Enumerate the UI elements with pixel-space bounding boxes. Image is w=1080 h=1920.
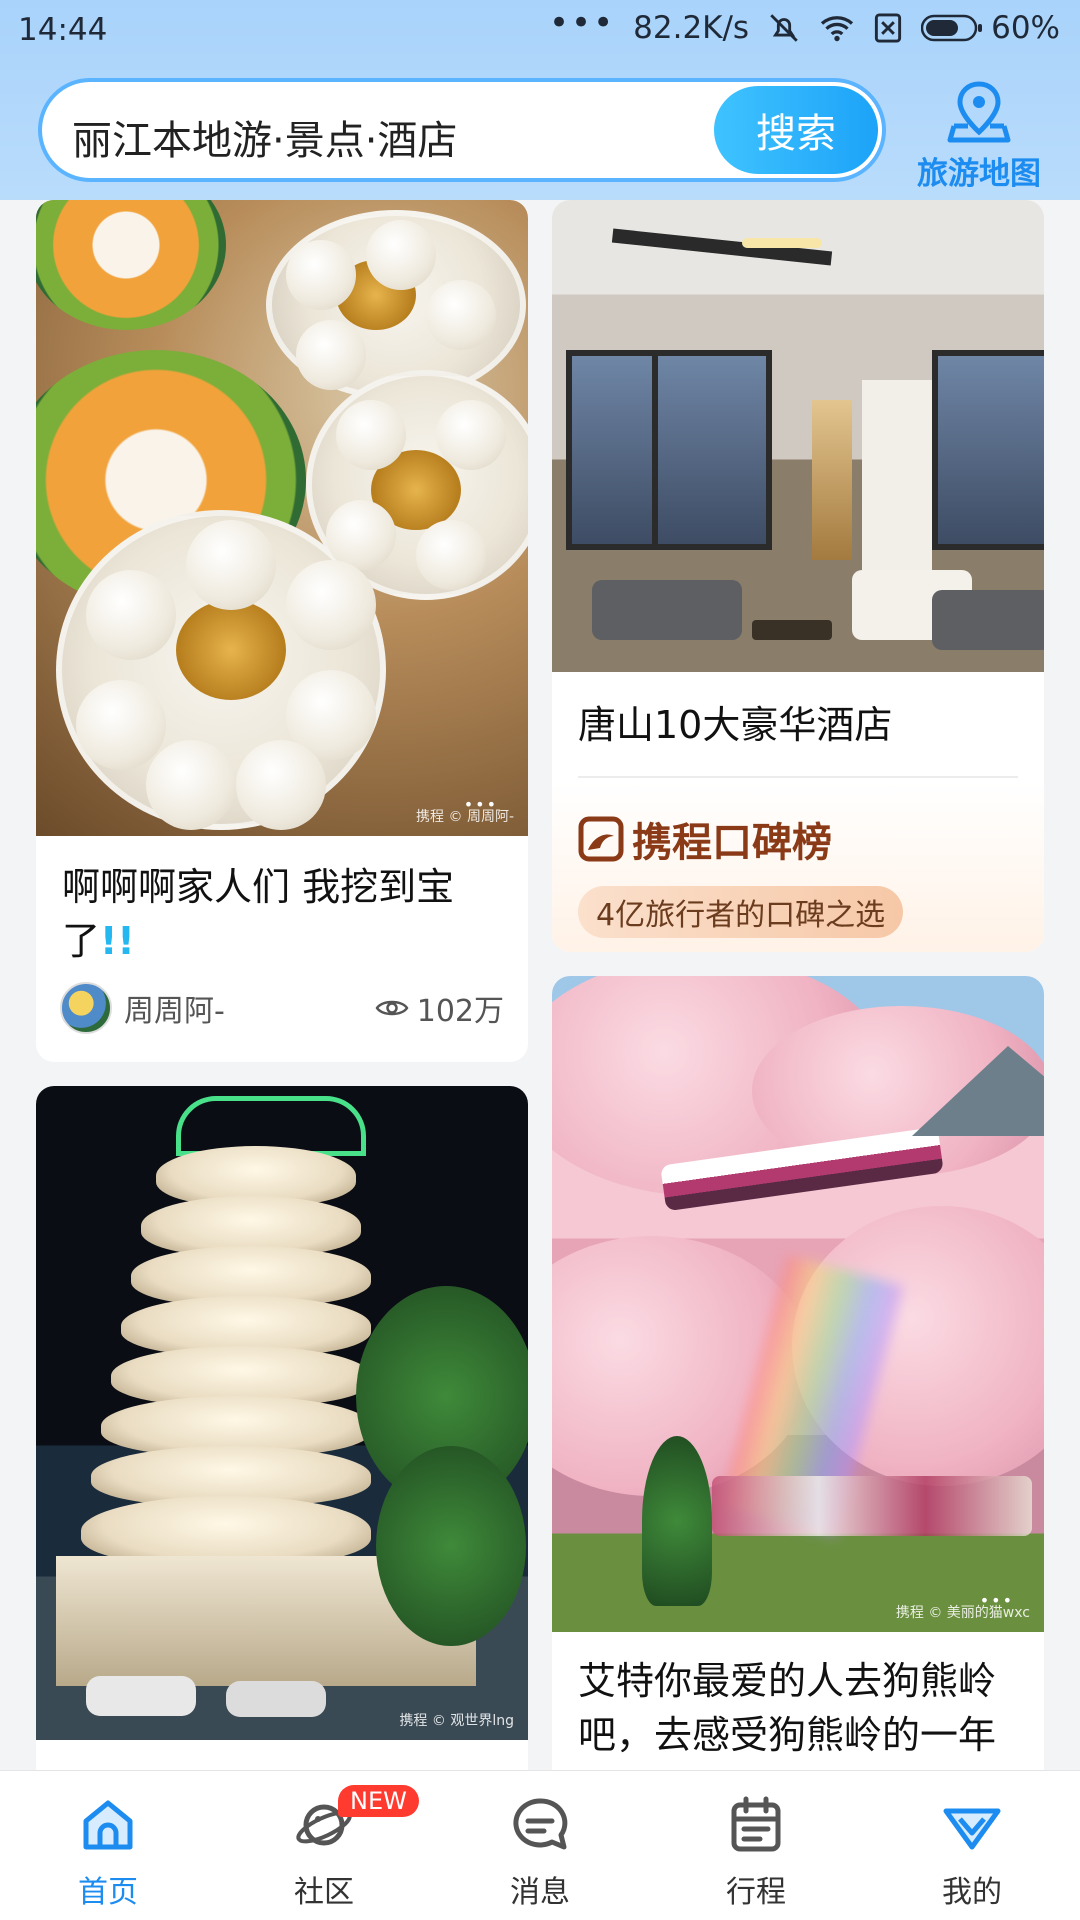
chat-bubble-icon [513,1798,568,1850]
dumpling [436,400,506,470]
image-watermark: 携程 © 观世界lng [399,1713,514,1729]
ranking-banner[interactable]: 携程口碑榜 4亿旅行者的口碑之选 [552,782,1044,952]
fruit-tray [36,200,226,330]
travel-map-label: 旅游地图 [917,156,1041,192]
tab-home[interactable]: 首页 [0,1771,216,1920]
dumpling [236,740,326,830]
status-bar: 14:44 ••• 82.2K/s 60% [0,0,1080,62]
window [932,350,1044,550]
ctrip-ranking-brand: 携程口碑榜 [578,810,832,868]
village [712,1476,1032,1536]
view-count: 102万 [375,986,504,1030]
wall-panel [862,380,932,570]
author-block[interactable]: 周周阿- [60,982,225,1034]
post-title: 啊啊啊家人们 我挖到宝了!! [62,860,502,968]
sofa [592,580,742,640]
dumpling [76,680,166,770]
more-dots-icon: ••• [548,3,616,43]
dumpling [286,240,356,310]
dumpling [366,220,436,290]
feed-card-post[interactable]: ••• 携程 © 美丽的猫wxc 艾特你最爱的人去狗熊岭吧，去感受狗熊岭的一年四… [552,976,1044,1770]
sofa [932,590,1044,650]
status-icons: ••• 82.2K/s 60% [549,3,1060,46]
feed-card-ranking[interactable]: 唐山10大豪华酒店 携程口碑榜 4亿旅行者的口碑之选 [552,200,1044,952]
travel-map-button[interactable]: 旅游地图 [904,78,1054,192]
bottom-tab-bar: 首页 NEW 社区 消息 行程 我的 [0,1770,1080,1920]
tab-label: 行程 [726,1875,786,1910]
feed: ••• 携程 © 周周阿- 啊啊啊家人们 我挖到宝了!! 周周阿- 102万 唐… [0,200,1080,1770]
hotel-image [552,200,1044,672]
avatar[interactable] [60,982,112,1034]
wifi-icon [820,16,854,42]
view-count-value: 102万 [416,994,504,1029]
ranking-title: 唐山10大豪华酒店 [578,703,893,747]
tab-label: 消息 [510,1875,570,1910]
post-image: ••• 携程 © 周周阿- [36,200,528,836]
car [86,1676,196,1716]
dumpling [296,320,366,390]
honey-center [176,600,286,700]
mute-bell-icon [770,14,798,42]
battery: 60% [921,10,1060,46]
net-speed: 82.2K/s [633,10,750,46]
tab-itinerary[interactable]: 行程 [648,1771,864,1920]
tree [642,1436,712,1606]
feed-card-post[interactable]: 携程 © 观世界lng [36,1086,528,1770]
search-bar[interactable]: 丽江本地游·景点·酒店 搜索 [38,78,886,182]
tab-label: 首页 [78,1875,138,1910]
post-meta: 周周阿- 102万 [60,980,504,1036]
tab-community[interactable]: NEW 社区 [216,1771,432,1920]
ctrip-dolphin-icon [578,816,624,862]
diamond-icon [943,1808,1001,1850]
shelf [812,400,852,560]
post-title-emphasis: !! [100,919,135,963]
dumpling [146,740,236,830]
dumpling [416,520,486,590]
table [752,620,832,640]
dumpling [336,400,406,470]
tree [376,1446,526,1646]
battery-percent: 60% [991,10,1060,46]
new-badge: NEW [338,1785,419,1817]
search-button[interactable]: 搜索 [714,86,878,174]
divider [578,776,1018,778]
feed-card-post[interactable]: ••• 携程 © 周周阿- 啊啊啊家人们 我挖到宝了!! 周周阿- 102万 [36,200,528,1062]
image-watermark: 携程 © 美丽的猫wxc [895,1605,1030,1621]
dumpling [186,520,276,610]
header: 14:44 ••• 82.2K/s 60% 丽江本地游·景点·酒店 搜索 旅游地… [0,0,1080,200]
search-input[interactable]: 丽江本地游·景点·酒店 [72,108,457,166]
tab-messages[interactable]: 消息 [432,1771,648,1920]
tab-label: 社区 [294,1875,354,1910]
map-pin-icon [947,81,1011,143]
battery-icon [921,14,983,42]
ranking-tagline: 4亿旅行者的口碑之选 [578,886,904,938]
status-time: 14:44 [18,12,108,48]
dumpling [286,560,376,650]
home-icon [83,1800,133,1850]
ceiling-light [742,238,822,248]
dumpling [426,280,496,350]
resort-image: 携程 © 观世界lng [36,1086,528,1740]
car [226,1681,326,1717]
image-watermark: 携程 © 周周阿- [416,809,514,825]
calendar-icon [731,1796,781,1852]
ranking-brand-text: 携程口碑榜 [632,820,832,866]
tab-profile[interactable]: 我的 [864,1771,1080,1920]
dumpling [86,570,176,660]
tab-label: 我的 [942,1875,1002,1910]
landscape-image: ••• 携程 © 美丽的猫wxc [552,976,1044,1632]
author-name[interactable]: 周周阿- [124,986,225,1030]
post-title: 艾特你最爱的人去狗熊岭吧，去感受狗熊岭的一年四季 [578,1659,997,1770]
sim-off-icon [875,13,902,43]
window [652,350,772,550]
eye-icon [375,1000,409,1016]
